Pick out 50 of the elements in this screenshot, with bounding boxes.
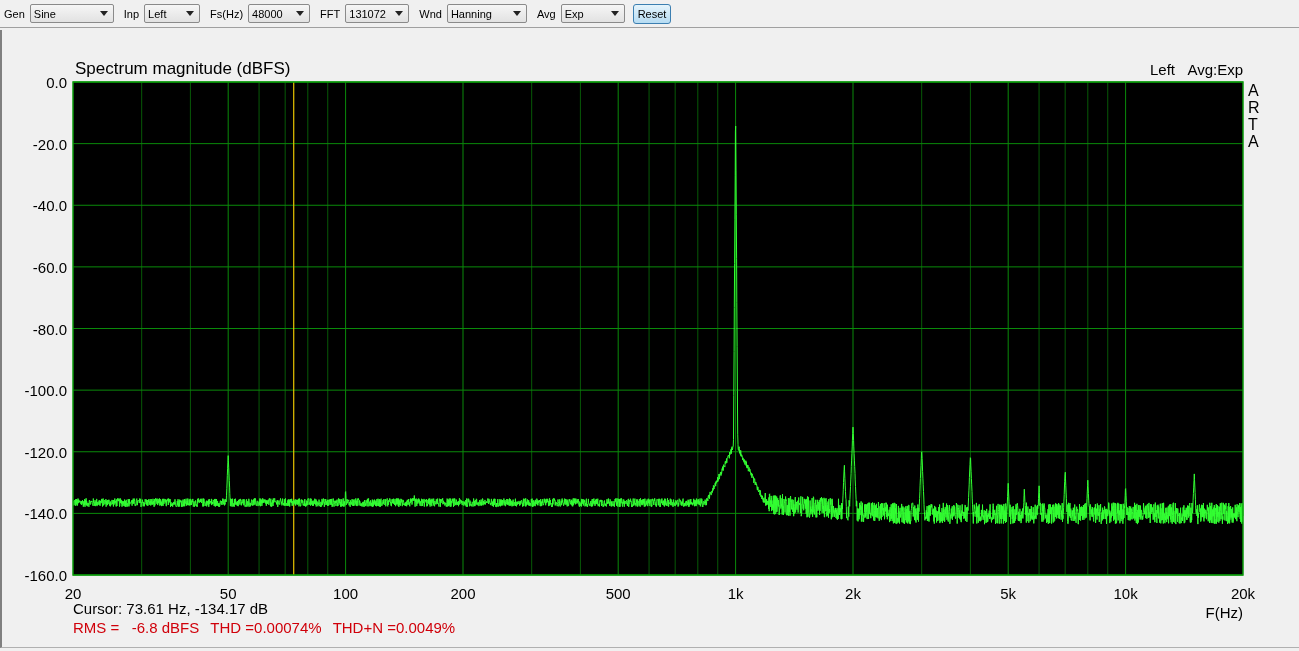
dropdown[interactable]: 48000 <box>248 4 311 23</box>
y-tick-label: -40.0 <box>32 197 67 215</box>
dropdown[interactable]: 131072 <box>345 4 410 23</box>
caret-icon <box>395 11 404 16</box>
logo-letter: T <box>1248 116 1258 133</box>
cursor-readout: Cursor: 73.61 Hz, -134.17 dB <box>73 600 269 617</box>
x-tick-label: 200 <box>450 585 476 602</box>
measurement-value: RMS = -6.8 dBFS <box>73 619 200 636</box>
caret-icon <box>99 11 108 16</box>
y-tick-label: 0.0 <box>46 74 67 91</box>
toolbar-label: Avg <box>536 7 556 20</box>
logo-letter: R <box>1248 99 1260 116</box>
caret-icon <box>296 11 305 16</box>
measurement-value: THD =0.00074% <box>210 619 322 636</box>
caret-icon <box>512 11 521 16</box>
measurement-value: THD+N =0.0049% <box>332 619 456 636</box>
x-tick-label: 500 <box>605 585 631 602</box>
toolbar-label: Fs(Hz) <box>210 7 244 20</box>
dropdown[interactable]: Left <box>144 4 201 23</box>
reset-button[interactable]: Reset <box>632 3 672 24</box>
toolbar-label: FFT <box>320 7 341 20</box>
x-tick-label: 10k <box>1113 585 1138 602</box>
y-tick-label: -120.0 <box>24 443 67 461</box>
y-tick-label: -160.0 <box>24 567 67 584</box>
toolbar-label: Gen <box>4 7 25 20</box>
x-tick-label: 20k <box>1230 585 1256 602</box>
chart-title: Spectrum magnitude (dBFS) <box>75 59 291 78</box>
logo-letter: A <box>1248 133 1259 150</box>
toolbar-label: Wnd <box>419 7 442 20</box>
y-tick-label: -140.0 <box>24 505 67 523</box>
caret-icon <box>186 11 195 16</box>
x-tick-label: 20 <box>64 585 82 602</box>
averaging-label: Avg:Exp <box>1187 61 1243 78</box>
logo-letter: A <box>1248 82 1259 99</box>
y-tick-label: -20.0 <box>32 135 67 153</box>
x-tick-label: 1k <box>727 585 744 602</box>
dropdown[interactable]: Hanning <box>446 4 527 23</box>
channel-label: Left <box>1149 61 1175 78</box>
dropdown[interactable]: Exp <box>560 4 625 23</box>
dropdown[interactable]: Sine <box>29 4 114 23</box>
x-tick-label: 2k <box>845 585 861 602</box>
y-tick-label: -60.0 <box>32 258 67 276</box>
caret-icon <box>610 11 619 16</box>
x-tick-label: 100 <box>333 585 359 602</box>
toolbar-label: Inp <box>123 7 140 20</box>
y-tick-label: -80.0 <box>32 320 67 338</box>
y-tick-label: -100.0 <box>24 382 67 400</box>
x-axis-label: F(Hz) <box>1205 604 1243 621</box>
x-tick-label: 5k <box>1000 585 1017 602</box>
x-tick-label: 50 <box>219 585 237 602</box>
